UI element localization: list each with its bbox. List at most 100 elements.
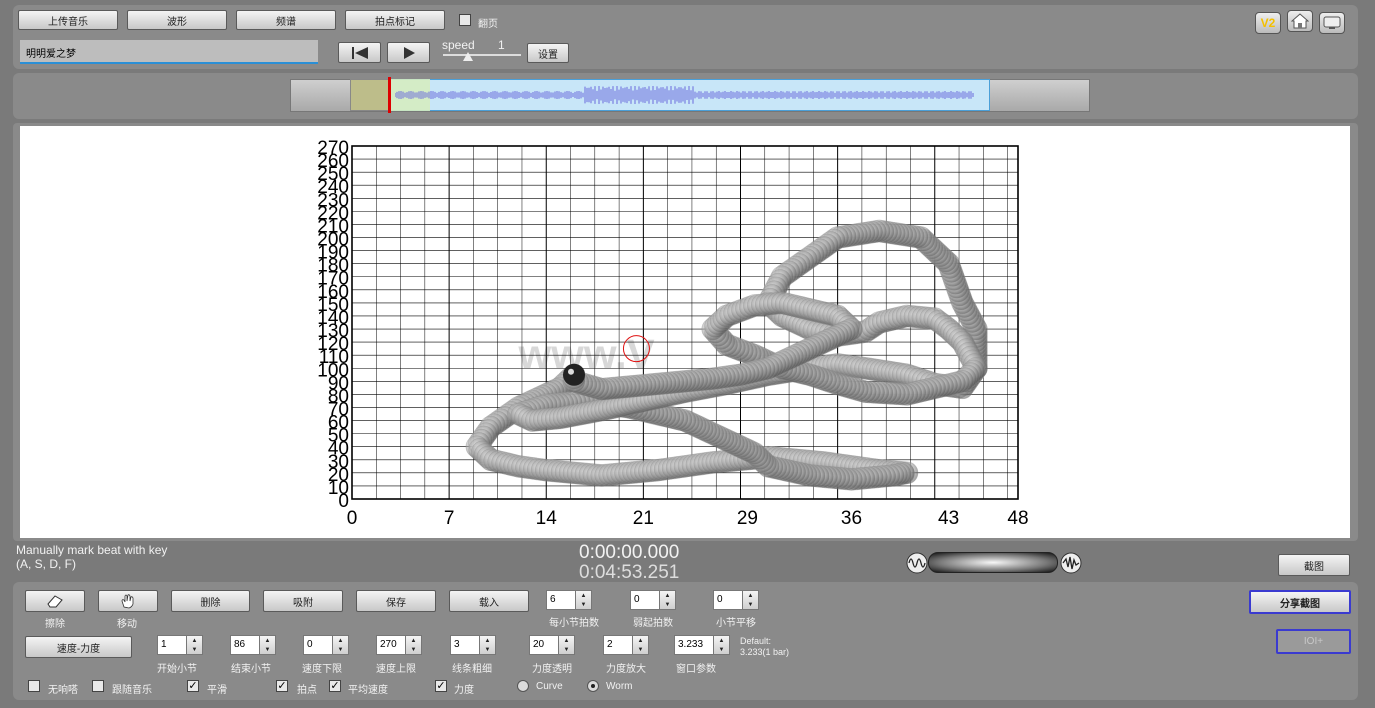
- smooth-checkbox[interactable]: ✓: [187, 680, 199, 692]
- beat-mark-button[interactable]: 拍点标记: [345, 10, 445, 30]
- erase-label: 擦除: [45, 619, 65, 630]
- x-tick-label: 14: [536, 508, 558, 529]
- pickup-beats-value[interactable]: 0: [630, 590, 660, 610]
- line-width-value[interactable]: 3: [450, 635, 480, 655]
- worm-radio[interactable]: [587, 680, 599, 692]
- end-bar-label: 结束小节: [231, 664, 271, 675]
- tempo-dynamics-chart[interactable]: www.V01020304050607080901001101201301401…: [20, 126, 1350, 538]
- metronome-label: 无响嗒: [48, 685, 78, 696]
- watermark-text: www.V: [518, 330, 655, 377]
- fullscreen-button[interactable]: [1319, 12, 1345, 34]
- move-label: 移动: [117, 619, 137, 630]
- tempo-dynamics-button[interactable]: 速度-力度: [25, 636, 132, 658]
- y-tick-label: 270: [317, 138, 349, 159]
- follow-music-label: 跟随音乐: [112, 685, 152, 696]
- v2-label: V2: [1260, 16, 1276, 30]
- dyn-opacity-value[interactable]: 20: [529, 635, 559, 655]
- smooth-label: 平滑: [207, 685, 227, 696]
- window-param-value[interactable]: 3.233: [674, 635, 714, 655]
- beat-point-checkbox[interactable]: ✓: [276, 680, 288, 692]
- waveform-right-icon: [1060, 552, 1082, 574]
- end-bar-value[interactable]: 86: [230, 635, 260, 655]
- load-button[interactable]: 载入: [449, 590, 529, 612]
- dyn-opacity-label: 力度透明: [532, 664, 572, 675]
- screen-icon: [1323, 16, 1341, 29]
- page-turn-checkbox[interactable]: [459, 14, 471, 26]
- tempo-max-stepper[interactable]: 270 ▲ ▼: [376, 635, 422, 655]
- move-button[interactable]: [98, 590, 158, 612]
- curve-radio[interactable]: [517, 680, 529, 692]
- skip-to-start-button[interactable]: [338, 42, 381, 63]
- hint-text-line2: (A, S, D, F): [16, 557, 76, 571]
- speed-slider-track[interactable]: [443, 54, 521, 56]
- playhead-marker[interactable]: [388, 77, 391, 113]
- speed-label: speed: [442, 38, 475, 52]
- home-icon: [1291, 13, 1309, 29]
- waveform-left-icon: [906, 552, 928, 574]
- tempo-min-label: 速度下限: [302, 664, 342, 675]
- x-tick-label: 0: [347, 508, 358, 529]
- dyn-opacity-stepper[interactable]: 20 ▲ ▼: [529, 635, 575, 655]
- start-bar-stepper[interactable]: 1 ▲ ▼: [157, 635, 203, 655]
- beats-per-bar-label: 每小节拍数: [549, 618, 599, 629]
- start-bar-value[interactable]: 1: [157, 635, 187, 655]
- page-turn-label: 翻页: [478, 19, 498, 30]
- save-button[interactable]: 保存: [356, 590, 436, 612]
- curve-label: Curve: [536, 681, 563, 692]
- waveform-view-window[interactable]: [350, 79, 390, 111]
- worm-head-highlight: [568, 368, 574, 375]
- pickup-beats-stepper[interactable]: 0 ▲ ▼: [630, 590, 676, 610]
- tempo-max-label: 速度上限: [376, 664, 416, 675]
- screenshot-button[interactable]: 截图: [1278, 554, 1350, 576]
- dynamics-label: 力度: [454, 685, 474, 696]
- settings-button[interactable]: 设置: [527, 43, 569, 63]
- share-screenshot-button[interactable]: 分享截图: [1249, 590, 1351, 614]
- ioi-button[interactable]: IOI+: [1276, 629, 1351, 654]
- x-tick-label: 29: [737, 508, 758, 529]
- v2-button[interactable]: V2: [1255, 12, 1281, 34]
- worm-label: Worm: [606, 681, 633, 692]
- x-tick-label: 7: [444, 508, 455, 529]
- beat-point-label: 拍点: [297, 685, 317, 696]
- avg-tempo-checkbox[interactable]: ✓: [329, 680, 341, 692]
- home-button[interactable]: [1287, 10, 1313, 32]
- song-name-field[interactable]: 明明爱之梦: [20, 40, 318, 64]
- bar-shift-stepper[interactable]: 0 ▲ ▼: [713, 590, 759, 610]
- follow-music-checkbox[interactable]: [92, 680, 104, 692]
- delete-button[interactable]: 删除: [171, 590, 250, 612]
- bar-shift-value[interactable]: 0: [713, 590, 743, 610]
- dyn-zoom-stepper[interactable]: 2 ▲ ▼: [603, 635, 649, 655]
- tempo-min-stepper[interactable]: 0 ▲ ▼: [303, 635, 349, 655]
- x-tick-label: 36: [841, 508, 862, 529]
- avg-tempo-label: 平均速度: [348, 685, 388, 696]
- beats-per-bar-stepper[interactable]: 6 ▲ ▼: [546, 590, 592, 610]
- speed-slider-thumb[interactable]: [463, 52, 473, 61]
- dynamics-checkbox[interactable]: ✓: [435, 680, 447, 692]
- worm-head: [563, 363, 585, 386]
- line-width-label: 线条粗细: [452, 664, 492, 675]
- pickup-beats-label: 弱起拍数: [633, 618, 673, 629]
- snap-button[interactable]: 吸附: [263, 590, 343, 612]
- window-param-stepper[interactable]: 3.233 ▲ ▼: [674, 635, 730, 655]
- dyn-zoom-value[interactable]: 2: [603, 635, 633, 655]
- erase-button[interactable]: [25, 590, 85, 612]
- waveform-path: [395, 86, 974, 104]
- eraser-icon: [47, 595, 63, 608]
- tempo-min-value[interactable]: 0: [303, 635, 333, 655]
- hand-icon: [121, 594, 134, 609]
- end-bar-stepper[interactable]: 86 ▲ ▼: [230, 635, 276, 655]
- current-time: 0:00:00.000: [579, 542, 680, 563]
- hint-text-line1: Manually mark beat with key: [16, 543, 168, 557]
- spectrum-button[interactable]: 频谱: [236, 10, 336, 30]
- line-width-stepper[interactable]: 3 ▲ ▼: [450, 635, 496, 655]
- tempo-max-value[interactable]: 270: [376, 635, 406, 655]
- metronome-checkbox[interactable]: [28, 680, 40, 692]
- waveform-button[interactable]: 波形: [127, 10, 227, 30]
- default-text-line1: Default:: [740, 636, 772, 646]
- total-time: 0:04:53.251: [579, 562, 680, 583]
- play-button[interactable]: [387, 42, 430, 63]
- beats-per-bar-value[interactable]: 6: [546, 590, 576, 610]
- upload-music-button[interactable]: 上传音乐: [18, 10, 118, 30]
- window-param-label: 窗口参数: [676, 664, 716, 675]
- bar-shift-label: 小节平移: [716, 618, 756, 629]
